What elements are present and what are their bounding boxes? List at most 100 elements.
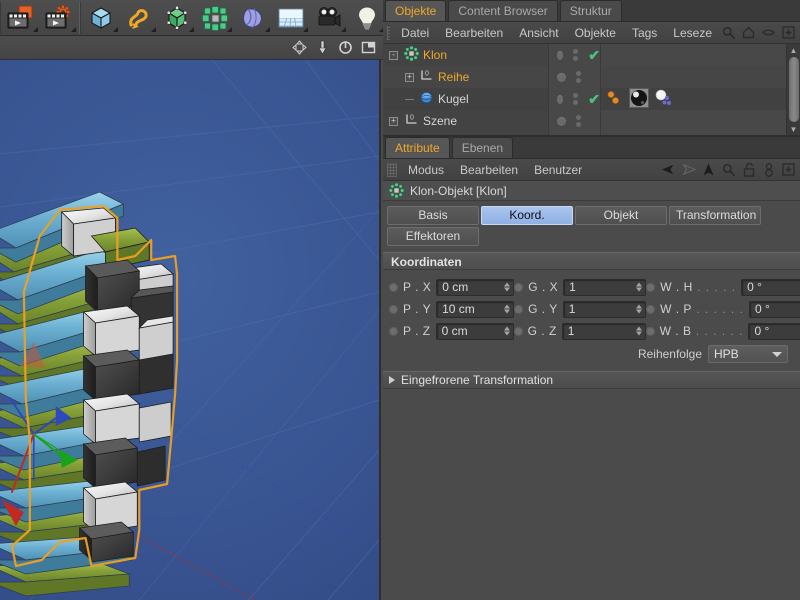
array-button[interactable] [196, 2, 234, 34]
rotation-h-radio[interactable] [646, 282, 656, 292]
visibility-dots-kugel[interactable]: ✔ [549, 88, 600, 110]
material-tag-white-icon[interactable] [653, 88, 673, 111]
menu-bearbeiten[interactable]: Bearbeiten [453, 161, 525, 179]
editor-visibility-dot[interactable] [557, 72, 566, 82]
size-x-spinner[interactable] [636, 282, 643, 292]
pan-tool[interactable] [290, 39, 308, 57]
tab-attribute[interactable]: Attribute [385, 137, 450, 158]
scroll-thumb[interactable] [788, 57, 799, 122]
render-settings-button[interactable] [40, 2, 78, 34]
rotation-b-radio[interactable] [645, 326, 655, 336]
enable-check-icon[interactable]: ✔ [588, 48, 600, 62]
up-arrow-icon[interactable] [701, 162, 716, 177]
size-z-radio[interactable] [513, 326, 523, 336]
size-z-spinner[interactable] [635, 326, 642, 336]
expander-reihe[interactable]: + [405, 72, 414, 82]
position-z-radio[interactable] [389, 326, 398, 336]
size-y-radio[interactable] [514, 304, 524, 314]
expander-szene[interactable]: + [389, 116, 398, 126]
object-row-klon[interactable]: - Klon [383, 44, 548, 66]
dolly-tool[interactable] [313, 39, 331, 57]
forward-arrow-icon[interactable] [681, 162, 696, 177]
position-y-spinner[interactable] [504, 304, 511, 314]
rotation-p-field[interactable] [748, 300, 800, 318]
size-y-input[interactable] [563, 301, 646, 317]
plus-box-icon[interactable] [781, 25, 796, 40]
enable-check-icon[interactable]: ✔ [588, 92, 600, 106]
object-row-reihe[interactable]: + 0 Reihe [383, 66, 548, 88]
menu-bearbeiten[interactable]: Bearbeiten [438, 24, 510, 42]
size-x-field[interactable] [563, 278, 647, 296]
tab-objekt[interactable]: Objekt [575, 206, 667, 225]
tab-objekte[interactable]: Objekte [385, 0, 447, 21]
rotate-tool[interactable] [336, 39, 354, 57]
render-visibility-dots[interactable] [573, 49, 579, 61]
plus-box-icon[interactable] [781, 162, 796, 177]
deformer-button[interactable] [234, 2, 272, 34]
render-visibility-dots[interactable] [576, 71, 581, 83]
material-tag-dark-icon[interactable] [629, 87, 649, 111]
pin-icon[interactable] [761, 162, 776, 177]
object-row-kugel[interactable]: Kugel [383, 88, 548, 110]
position-y-input[interactable] [437, 301, 514, 317]
expander-klon[interactable]: - [389, 50, 398, 60]
viewport-perspective[interactable] [0, 60, 381, 600]
size-x-input[interactable] [564, 279, 646, 295]
menu-tags[interactable]: Tags [625, 24, 664, 42]
size-z-input[interactable] [562, 323, 645, 339]
panel-grip[interactable] [387, 162, 397, 177]
object-row-szene[interactable]: + 0 Szene [383, 110, 548, 132]
position-x-spinner[interactable] [504, 282, 511, 292]
size-y-spinner[interactable] [636, 304, 643, 314]
size-x-radio[interactable] [514, 282, 524, 292]
scroll-up-arrow[interactable]: ▲ [788, 44, 800, 56]
rotation-p-input[interactable] [749, 301, 800, 317]
position-z-input[interactable] [436, 323, 513, 339]
tab-transformation[interactable]: Transformation [669, 206, 761, 225]
rotation-p-radio[interactable] [646, 304, 656, 314]
rotation-b-field[interactable] [748, 322, 800, 340]
lock-icon[interactable] [741, 162, 756, 177]
cube-primitive-button[interactable] [82, 2, 120, 34]
position-y-radio[interactable] [389, 304, 398, 314]
position-x-radio[interactable] [389, 282, 398, 292]
mograph-tag-icon[interactable] [605, 88, 625, 111]
home-icon[interactable] [741, 25, 756, 40]
position-y-field[interactable] [436, 300, 515, 318]
editor-visibility-dot[interactable] [557, 94, 564, 104]
render-visibility-dots[interactable] [576, 115, 581, 127]
object-manager-scrollbar[interactable]: ▲ ▼ [786, 44, 800, 135]
rotation-order-dropdown[interactable]: HPB [708, 345, 788, 363]
rotation-b-input[interactable] [749, 323, 800, 339]
render-view-button[interactable] [2, 2, 40, 34]
editor-visibility-dot[interactable] [557, 116, 566, 126]
frozen-transformation-fold[interactable]: Eingefrorene Transformation [383, 371, 800, 389]
size-y-field[interactable] [562, 300, 647, 318]
visibility-dots-szene[interactable] [549, 110, 600, 132]
light-button[interactable] [348, 2, 386, 34]
search-icon[interactable] [721, 162, 736, 177]
position-x-input[interactable] [437, 279, 514, 295]
search-icon[interactable] [721, 25, 736, 40]
menu-modus[interactable]: Modus [401, 161, 451, 179]
render-visibility-dots[interactable] [573, 93, 579, 105]
position-x-field[interactable] [436, 278, 515, 296]
tab-content-browser[interactable]: Content Browser [448, 0, 558, 21]
environment-button[interactable] [272, 2, 310, 34]
tab-effektoren[interactable]: Effektoren [387, 227, 479, 246]
menu-datei[interactable]: Datei [394, 24, 436, 42]
tab-koord[interactable]: Koord. [481, 206, 573, 225]
visibility-dots-reihe[interactable] [549, 66, 600, 88]
position-z-spinner[interactable] [503, 326, 510, 336]
tab-basis[interactable]: Basis [387, 206, 479, 225]
tab-struktur[interactable]: Struktur [559, 0, 622, 21]
menu-lesezeichen[interactable]: Leseze [666, 24, 719, 42]
menu-benutzer[interactable]: Benutzer [527, 161, 589, 179]
menu-objekte[interactable]: Objekte [568, 24, 623, 42]
rotation-h-field[interactable] [741, 278, 800, 296]
editor-visibility-dot[interactable] [557, 50, 564, 60]
menu-ansicht[interactable]: Ansicht [512, 24, 565, 42]
tab-ebenen[interactable]: Ebenen [451, 137, 514, 158]
spline-button[interactable] [120, 2, 158, 34]
rotation-h-input[interactable] [742, 279, 800, 295]
